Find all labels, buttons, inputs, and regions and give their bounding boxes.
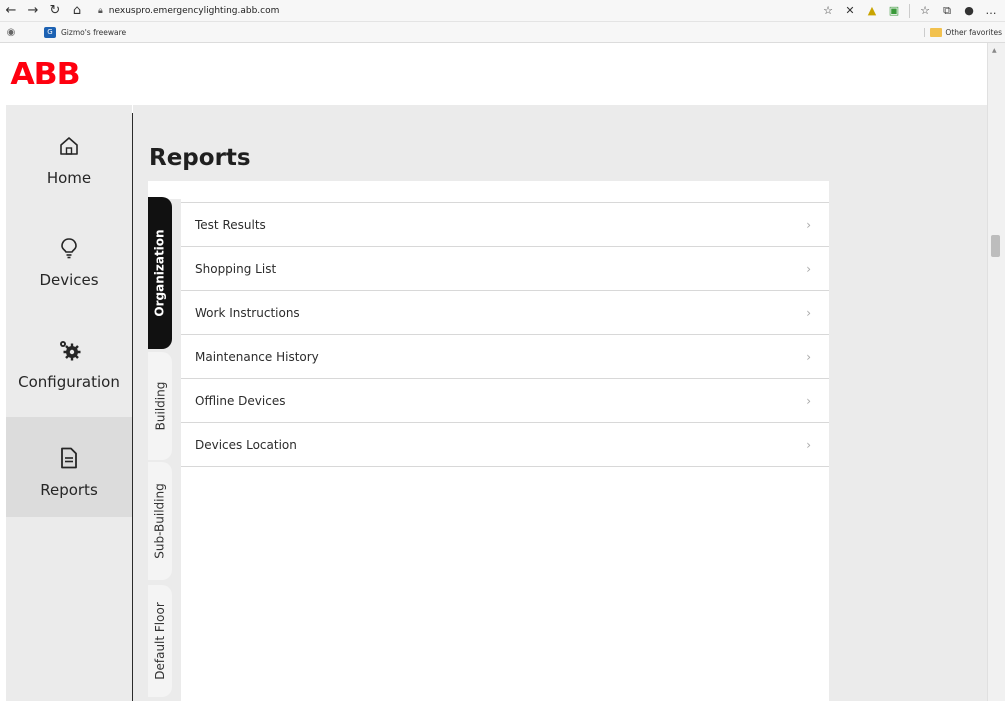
browser-home-icon[interactable]: ⌂ bbox=[66, 0, 88, 22]
tab-label: Organization bbox=[153, 229, 167, 317]
browser-actions: ☆ ✕ ▲ ▣ ☆ ⧉ ● … bbox=[818, 0, 1001, 22]
favorites-icon[interactable]: ☆ bbox=[915, 0, 935, 22]
tab-building[interactable]: Building bbox=[148, 352, 172, 460]
sidebar-item-label: Devices bbox=[39, 271, 99, 289]
report-label: Work Instructions bbox=[195, 305, 300, 320]
extension-icon[interactable]: ✕ bbox=[840, 0, 860, 22]
more-menu-icon[interactable]: … bbox=[981, 0, 1001, 22]
sidebar-item-configuration[interactable]: Configuration bbox=[6, 309, 132, 409]
chevron-right-icon: › bbox=[806, 349, 811, 364]
list-item[interactable]: Test Results › bbox=[181, 203, 829, 247]
chevron-right-icon: › bbox=[806, 305, 811, 320]
report-label: Maintenance History bbox=[195, 349, 319, 364]
address-bar[interactable]: 🔒︎ nexuspro.emergencylighting.abb.com bbox=[98, 2, 818, 20]
list-item[interactable]: Work Instructions › bbox=[181, 291, 829, 335]
list-item[interactable]: Shopping List › bbox=[181, 247, 829, 291]
lock-icon: 🔒︎ bbox=[98, 5, 103, 16]
chevron-right-icon: › bbox=[806, 437, 811, 452]
report-label: Shopping List bbox=[195, 261, 277, 276]
list-item[interactable]: Maintenance History › bbox=[181, 335, 829, 379]
globe-icon: ◉ bbox=[6, 26, 16, 38]
browser-toolbar: ← → ↻ ⌂ 🔒︎ nexuspro.emergencylighting.ab… bbox=[0, 0, 1005, 22]
reports-list: Test Results › Shopping List › Work Inst… bbox=[181, 202, 829, 467]
favorite-item[interactable]: G Gizmo's freeware bbox=[44, 26, 127, 38]
tab-label: Default Floor bbox=[153, 602, 168, 680]
tab-label: Building bbox=[153, 381, 167, 431]
report-label: Offline Devices bbox=[195, 393, 286, 408]
gears-icon bbox=[56, 337, 82, 363]
gizmo-favicon-icon: G bbox=[44, 26, 56, 38]
reports-card: Test Results › Shopping List › Work Inst… bbox=[181, 181, 829, 701]
other-favorites[interactable]: Other favorites bbox=[924, 27, 1005, 37]
toolbar-divider bbox=[909, 3, 910, 18]
report-label: Test Results bbox=[195, 217, 266, 232]
report-label: Devices Location bbox=[195, 437, 297, 452]
folder-icon bbox=[930, 27, 943, 37]
scroll-up-icon[interactable]: ▲ bbox=[992, 47, 997, 54]
chevron-right-icon: › bbox=[806, 261, 811, 276]
scroll-thumb[interactable] bbox=[991, 235, 1000, 257]
back-arrow-icon[interactable]: ← bbox=[0, 0, 22, 22]
list-item[interactable]: Devices Location › bbox=[181, 423, 829, 467]
sidebar-item-devices[interactable]: Devices bbox=[6, 207, 132, 307]
page-scrollbar[interactable]: ▲ bbox=[987, 43, 1005, 701]
document-icon bbox=[56, 445, 82, 471]
favorite-label: Gizmo's freeware bbox=[61, 27, 127, 37]
lightbulb-icon bbox=[56, 235, 82, 261]
tab-sub-building[interactable]: Sub-Building bbox=[148, 462, 172, 580]
sidebar: Home Devices Configuration Reports bbox=[6, 105, 132, 701]
sidebar-item-label: Reports bbox=[40, 481, 98, 499]
refresh-icon[interactable]: ↻ bbox=[44, 0, 66, 22]
tab-default-floor[interactable]: Default Floor bbox=[148, 585, 172, 697]
sidebar-item-home[interactable]: Home bbox=[6, 105, 132, 205]
sidebar-item-reports[interactable]: Reports bbox=[6, 417, 132, 517]
profile-icon[interactable]: ● bbox=[959, 0, 979, 22]
add-favorite-icon[interactable]: ☆ bbox=[818, 0, 838, 22]
forward-arrow-icon[interactable]: → bbox=[22, 0, 44, 22]
sidebar-item-label: Home bbox=[46, 169, 92, 187]
tab-label: Sub-Building bbox=[153, 483, 168, 559]
extension-yellow-icon[interactable]: ▲ bbox=[862, 0, 882, 22]
other-favorites-label: Other favorites bbox=[945, 27, 1002, 37]
home-icon bbox=[56, 133, 82, 159]
abb-logo[interactable]: ABB bbox=[10, 60, 80, 90]
tab-organization[interactable]: Organization bbox=[148, 197, 172, 349]
extension-green-icon[interactable]: ▣ bbox=[884, 0, 904, 22]
chevron-right-icon: › bbox=[806, 393, 811, 408]
page-title: Reports bbox=[149, 145, 251, 171]
page-header: ABB bbox=[0, 43, 987, 105]
sidebar-item-label: Configuration bbox=[18, 373, 120, 391]
list-item[interactable]: Offline Devices › bbox=[181, 379, 829, 423]
chevron-right-icon: › bbox=[806, 217, 811, 232]
collections-icon[interactable]: ⧉ bbox=[937, 0, 957, 22]
favorites-bar: ◉ G Gizmo's freeware Other favorites bbox=[0, 22, 1005, 43]
address-url: nexuspro.emergencylighting.abb.com bbox=[108, 5, 280, 16]
